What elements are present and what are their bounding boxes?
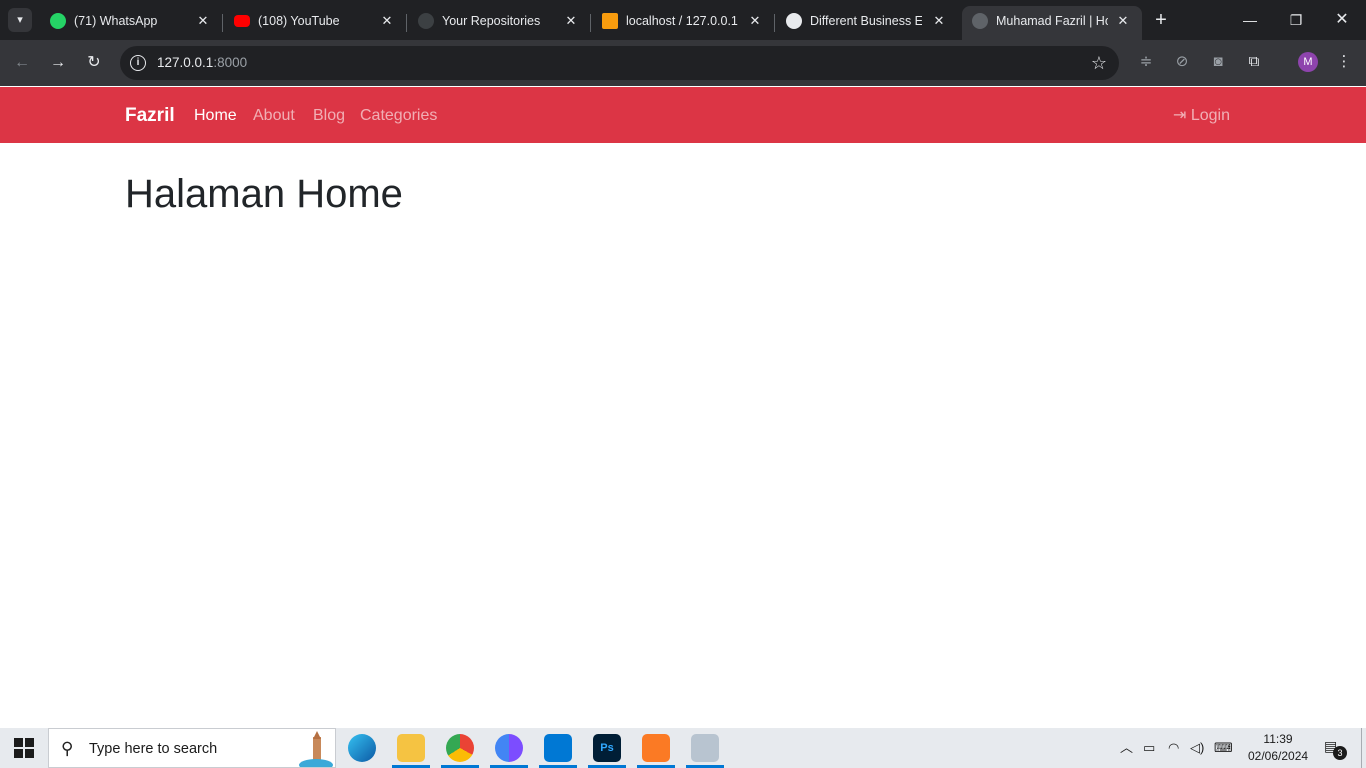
battery-icon[interactable]: ▭: [1143, 740, 1155, 756]
chrome-profile-icon[interactable]: [495, 734, 523, 762]
close-tab-icon[interactable]: ✕: [194, 12, 212, 30]
url-host: 127.0.0.1: [157, 55, 214, 70]
login-icon: ⇥: [1173, 107, 1191, 124]
chrome-icon[interactable]: [446, 734, 474, 762]
page-heading: Halaman Home: [125, 172, 403, 216]
new-tab-button[interactable]: +: [1150, 9, 1172, 31]
clock-time: 11:39: [1263, 732, 1293, 746]
show-desktop-button[interactable]: [1361, 728, 1362, 768]
browser-tab-strip: ▾ (71) WhatsApp ✕ (108) YouTube ✕ Your R…: [0, 0, 1366, 40]
forward-icon[interactable]: →: [46, 51, 70, 75]
tab-active-page[interactable]: Muhamad Fazril | Hom... ✕: [962, 6, 1142, 40]
openai-icon: [786, 13, 802, 29]
nav-link-home[interactable]: Home: [194, 106, 237, 126]
tab-title: Different Business En...: [810, 14, 922, 28]
minimize-icon[interactable]: —: [1238, 8, 1262, 32]
reload-icon[interactable]: ↻: [82, 51, 106, 75]
bookmark-star-icon[interactable]: ☆: [1091, 52, 1107, 74]
tab-title: Your Repositories: [442, 14, 541, 28]
login-link[interactable]: ⇥ Login: [1173, 106, 1230, 126]
tab-title: Muhamad Fazril | Hom...: [996, 14, 1108, 28]
xampp-icon[interactable]: [642, 734, 670, 762]
tab-search-button[interactable]: ▾: [8, 8, 32, 32]
notification-count-badge: 3: [1333, 746, 1347, 760]
navbar-brand[interactable]: Fazril: [125, 105, 175, 127]
show-hidden-icons-icon[interactable]: ︿: [1120, 740, 1133, 756]
whatsapp-icon: [50, 13, 66, 29]
translate-icon[interactable]: ≑: [1136, 52, 1156, 72]
taskbar-search-box[interactable]: ⚲ Type here to search: [48, 728, 336, 768]
keyboard-icon[interactable]: ⌨: [1214, 740, 1233, 756]
address-bar[interactable]: i 127.0.0.1:8000 ☆: [120, 46, 1119, 80]
tab-title: (71) WhatsApp: [74, 14, 158, 28]
nav-link-about[interactable]: About: [253, 106, 295, 126]
tab-divider: [406, 14, 407, 32]
notification-center-icon[interactable]: ▤ 3: [1324, 738, 1347, 760]
tab-title: (108) YouTube: [258, 14, 340, 28]
tab-divider: [222, 14, 223, 32]
vscode-icon[interactable]: [544, 734, 572, 762]
profile-avatar[interactable]: M: [1298, 52, 1318, 72]
address-url[interactable]: 127.0.0.1:8000: [157, 55, 247, 71]
restore-icon[interactable]: ❐: [1284, 8, 1308, 32]
camera-icon[interactable]: ◙: [1208, 52, 1228, 72]
edge-icon[interactable]: [348, 734, 376, 762]
close-tab-icon[interactable]: ✕: [746, 12, 764, 30]
volume-icon[interactable]: ◁): [1190, 740, 1204, 756]
globe-icon: [972, 13, 988, 29]
tab-divider: [590, 14, 591, 32]
url-port: :8000: [213, 55, 248, 70]
phpmyadmin-icon: [602, 13, 618, 29]
browser-toolbar: ← → ↻ i 127.0.0.1:8000 ☆ ≑ ⊘ ◙ ⧉ M ⋮: [0, 40, 1366, 86]
site-navbar: Fazril Home About Blog Categories ⇥ Logi…: [0, 87, 1366, 143]
close-window-icon[interactable]: ✕: [1330, 8, 1354, 32]
tab-whatsapp[interactable]: (71) WhatsApp ✕: [40, 6, 223, 40]
taskbar-search-placeholder: Type here to search: [89, 741, 218, 757]
close-tab-icon[interactable]: ✕: [378, 12, 396, 30]
close-tab-icon[interactable]: ✕: [562, 12, 580, 30]
close-tab-icon[interactable]: ✕: [1114, 12, 1132, 30]
tab-github[interactable]: Your Repositories ✕: [408, 6, 591, 40]
close-tab-icon[interactable]: ✕: [930, 12, 948, 30]
login-label: Login: [1190, 107, 1231, 124]
image-viewer-icon[interactable]: [691, 734, 719, 762]
extensions-icon[interactable]: ⧉: [1244, 52, 1264, 72]
windows-taskbar: ⚲ Type here to search Ps ︿ ▭ ◠ ◁) ⌨ 11:3…: [0, 728, 1366, 768]
photoshop-icon[interactable]: Ps: [593, 734, 621, 762]
tab-youtube[interactable]: (108) YouTube ✕: [224, 6, 407, 40]
compass-icon[interactable]: ⊘: [1172, 52, 1192, 72]
tab-phpmyadmin[interactable]: localhost / 127.0.0.1 / ... ✕: [592, 6, 775, 40]
menu-kebab-icon[interactable]: ⋮: [1334, 52, 1354, 72]
search-highlight-icon: [299, 731, 333, 767]
github-icon: [418, 13, 434, 29]
taskbar-clock[interactable]: 11:39 02/06/2024: [1248, 731, 1308, 765]
tab-divider: [774, 14, 775, 32]
back-icon[interactable]: ←: [10, 51, 34, 75]
tab-openai[interactable]: Different Business En... ✕: [776, 6, 958, 40]
folder-icon[interactable]: [397, 734, 425, 762]
youtube-icon: [234, 15, 250, 27]
tab-title: localhost / 127.0.0.1 / ...: [626, 14, 738, 28]
nav-link-categories[interactable]: Categories: [360, 106, 437, 126]
nav-link-blog[interactable]: Blog: [313, 106, 345, 126]
search-icon: ⚲: [61, 739, 74, 758]
site-info-icon[interactable]: i: [130, 55, 146, 71]
windows-start-icon[interactable]: [14, 738, 34, 758]
wifi-icon[interactable]: ◠: [1168, 740, 1179, 756]
clock-date: 02/06/2024: [1248, 749, 1309, 763]
